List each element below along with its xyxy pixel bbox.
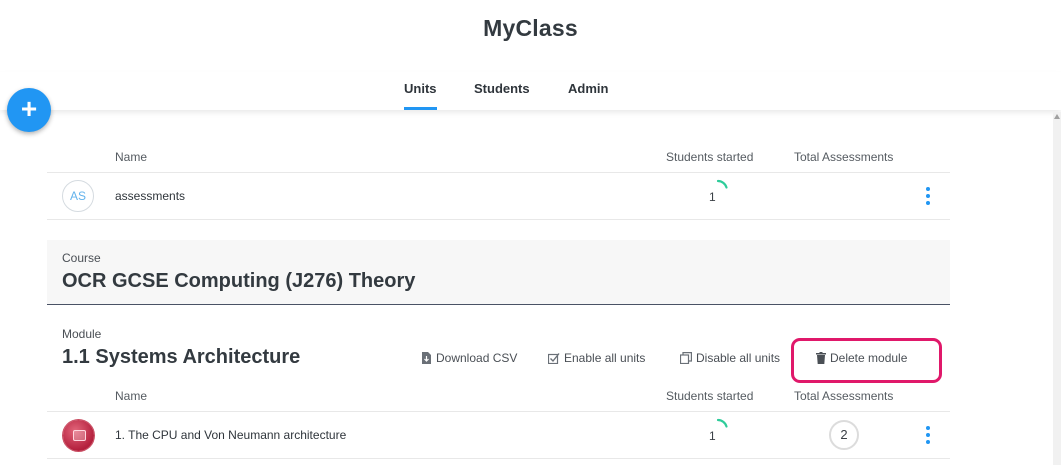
- total-assessments-count[interactable]: 2: [829, 420, 859, 450]
- tab-units[interactable]: Units: [404, 81, 437, 110]
- more-options-icon[interactable]: [926, 187, 930, 208]
- course-label: Course: [62, 251, 101, 265]
- delete-module-highlight: [791, 338, 942, 383]
- course-header: Course OCR GCSE Computing (J276) Theory: [47, 240, 950, 305]
- download-csv-label: Download CSV: [436, 351, 518, 365]
- divider: [47, 172, 950, 173]
- more-options-icon[interactable]: [926, 426, 930, 447]
- divider: [47, 458, 950, 459]
- scrollbar[interactable]: [1053, 112, 1061, 465]
- disable-all-units-button[interactable]: Disable all units: [679, 351, 781, 365]
- scroll-up-arrow-icon[interactable]: [1054, 114, 1060, 119]
- unit-cpu-icon: [63, 420, 94, 451]
- students-started-count: 1: [709, 429, 716, 443]
- add-button[interactable]: +: [7, 88, 51, 132]
- checkbox-checked-icon: [547, 353, 560, 365]
- unit-name[interactable]: assessments: [115, 189, 185, 203]
- enable-all-units-label: Enable all units: [564, 351, 646, 365]
- students-started-count: 1: [709, 190, 716, 204]
- module-title: 1.1 Systems Architecture: [62, 346, 301, 368]
- column-header-students-started: Students started: [666, 150, 754, 164]
- tab-students[interactable]: Students: [474, 81, 530, 96]
- disable-all-units-label: Disable all units: [696, 351, 781, 365]
- course-title: OCR GCSE Computing (J276) Theory: [62, 270, 416, 292]
- page-title: MyClass: [483, 15, 578, 41]
- column-header-total-assessments: Total Assessments: [794, 150, 894, 164]
- download-icon: [422, 352, 431, 364]
- download-csv-button[interactable]: Download CSV: [421, 351, 517, 365]
- tab-admin[interactable]: Admin: [568, 81, 608, 96]
- avatar: AS: [62, 180, 94, 212]
- column-header-total-assessments: Total Assessments: [794, 389, 894, 403]
- tab-bar: Units Students Admin: [0, 72, 1061, 110]
- column-header-students-started: Students started: [666, 389, 754, 403]
- plus-icon: +: [20, 93, 38, 124]
- column-header-name: Name: [115, 389, 148, 403]
- enable-all-units-button[interactable]: Enable all units: [547, 351, 646, 365]
- unit-name[interactable]: 1. The CPU and Von Neumann architecture: [115, 428, 346, 442]
- copy-icon: [679, 352, 692, 365]
- module-label: Module: [62, 327, 102, 341]
- divider: [47, 219, 950, 220]
- column-header-name: Name: [115, 150, 148, 164]
- divider: [47, 411, 950, 412]
